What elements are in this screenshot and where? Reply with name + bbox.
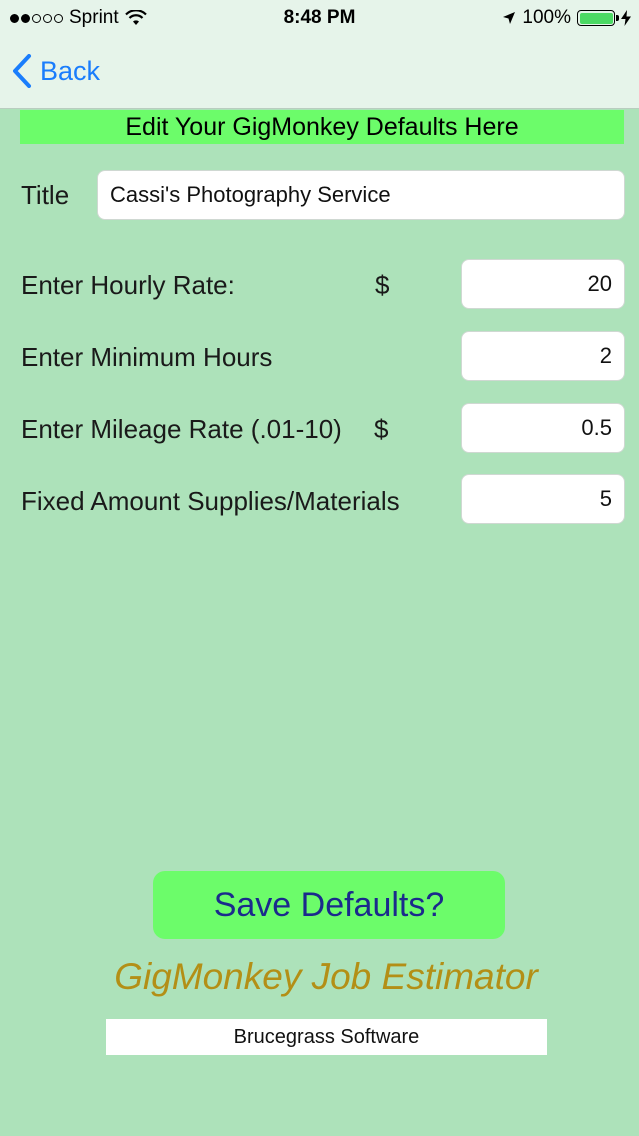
app-name: GigMonkey Job Estimator (114, 956, 538, 997)
location-arrow-icon (503, 12, 516, 24)
back-label: Back (40, 55, 101, 86)
minimum-hours-input[interactable] (461, 331, 625, 381)
status-right: 100% (502, 7, 631, 29)
supplies-input[interactable] (461, 474, 625, 524)
company-name: Brucegrass Software (106, 1019, 547, 1055)
battery-percent: 100% (522, 7, 571, 28)
mileage-rate-input[interactable] (461, 403, 625, 453)
charging-bolt-icon (621, 10, 631, 26)
status-bar: Sprint 8:48 PM 100% (0, 0, 639, 36)
mileage-currency-symbol: $ (374, 414, 389, 444)
back-button[interactable]: Back (12, 54, 100, 88)
save-defaults-button[interactable]: Save Defaults? (153, 871, 505, 939)
hourly-rate-input[interactable] (461, 259, 625, 309)
defaults-screen: Sprint 8:48 PM 100% Back Edit Your GigMo… (0, 0, 639, 1136)
supplies-label: Fixed Amount Supplies/Materials (21, 486, 400, 516)
mileage-rate-label: Enter Mileage Rate (.01-10) (21, 414, 342, 444)
nav-bar: Back (0, 36, 639, 109)
battery-icon (577, 10, 619, 26)
title-label: Title (21, 180, 70, 210)
page-title: Edit Your GigMonkey Defaults Here (20, 110, 624, 144)
hourly-rate-label: Enter Hourly Rate: (21, 270, 235, 300)
minimum-hours-label: Enter Minimum Hours (21, 342, 273, 372)
chevron-left-icon (13, 54, 31, 88)
hourly-currency-symbol: $ (375, 270, 390, 300)
title-input[interactable] (97, 170, 625, 220)
